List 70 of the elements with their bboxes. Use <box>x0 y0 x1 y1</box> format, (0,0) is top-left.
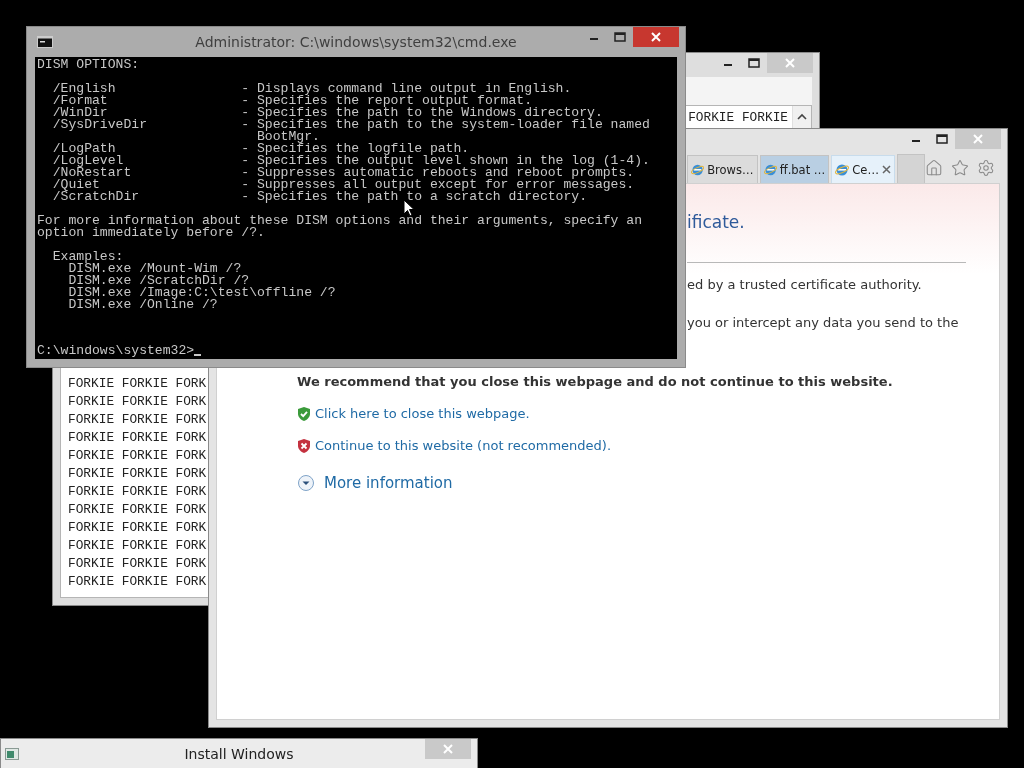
maximize-icon[interactable] <box>748 58 760 68</box>
console-line: /WinDir - Specifies the path to the Windows directory. <box>51 107 604 119</box>
maximize-icon[interactable] <box>614 32 626 42</box>
favorites-star-icon[interactable] <box>951 159 969 177</box>
console-line: DISM.exe /Online /? <box>67 299 218 311</box>
page-link[interactable]: Continue to this website (not recommended). <box>315 437 612 455</box>
console-line: /Format - Specifies the report output format. <box>51 95 533 107</box>
browser-tab[interactable]: Brows… <box>687 155 758 183</box>
console-line: Examples: <box>51 251 124 263</box>
browser-icon <box>835 162 850 177</box>
more-information-link[interactable]: More information <box>324 472 453 494</box>
page-heading: ificate. <box>687 212 746 232</box>
console-line: /SysDriveDir - Specifies the path to the system-loader file named <box>51 119 651 131</box>
close-tab-icon[interactable] <box>882 165 892 174</box>
console-line: /NoRestart - Suppresses automatic reboots and reboot prompts. <box>51 167 635 179</box>
text-line: FORKIE FORKIE FORK <box>68 555 207 573</box>
warning-text: ed by a trusted certificate authority. <box>687 276 923 294</box>
text-line: FORKIE FORKIE FORK <box>68 573 207 591</box>
page-link[interactable]: Click here to close this webpage. <box>315 405 530 423</box>
console-line: /English - Displays command line output in English. <box>51 83 573 95</box>
home-icon[interactable] <box>925 159 943 177</box>
console-line: For more information about these DISM options and their arguments, specify an <box>37 215 644 227</box>
window-title: Administrator: C:\windows\system32\cmd.exe <box>195 34 517 50</box>
browser-icon <box>763 162 777 177</box>
close-button[interactable] <box>633 27 679 47</box>
shield-x-icon <box>297 438 311 454</box>
console-line: DISM.exe /Mount-Wim /? <box>68 263 242 275</box>
browser-icon <box>691 162 705 177</box>
settings-icon[interactable] <box>977 159 995 177</box>
tab-title: ff.bat … <box>779 162 826 177</box>
text-line: FORKIE FORKIE FORK <box>68 519 207 537</box>
console-line: DISM.exe /ScratchDir /? <box>67 275 250 287</box>
close-icon <box>651 32 661 42</box>
text-line: FORKIE FORKIE FORK <box>68 465 207 483</box>
shield-check-icon <box>297 406 311 422</box>
console-line: DISM.exe /Image:C:\test\offline /? <box>67 287 337 299</box>
console-line: /LogLevel - Specifies the output level shown in the log (1-4). <box>51 155 651 167</box>
setup-icon <box>5 748 19 760</box>
tab-title: Brows… <box>707 162 754 177</box>
console-line: /LogPath - Specifies the logfile path. <box>51 143 470 155</box>
maximize-icon[interactable] <box>936 134 948 144</box>
text-line: FORKIE FORKIE <box>688 109 788 127</box>
warning-text: you or intercept any data you send to the <box>687 314 960 332</box>
text-line: FORKIE FORKIE FORK <box>68 483 207 501</box>
text-line: FORKIE FORKIE FORK <box>68 393 207 411</box>
text-line: FORKIE FORKIE FORK <box>68 447 207 465</box>
close-icon <box>973 134 983 144</box>
text-line: FORKIE FORKIE FORK <box>68 537 207 555</box>
text-line: FORKIE FORKIE FORK <box>68 411 207 429</box>
window-title: Install Windows <box>184 746 294 762</box>
text-line: FORKIE FORKIE FORK <box>68 501 207 519</box>
mouse-pointer-icon <box>403 199 415 217</box>
browser-tab[interactable]: Ce… <box>831 155 896 183</box>
close-icon <box>785 58 795 68</box>
browser-tab[interactable]: ff.bat … <box>759 155 830 183</box>
console-line: option immediately before /?. <box>37 227 266 239</box>
close-icon <box>443 744 453 754</box>
console-line: /ScratchDir - Specifies the path to a scratch directory. <box>51 191 588 203</box>
text-line: FORKIE FORKIE FORK <box>68 429 207 447</box>
command-prompt: C:\windows\system32> <box>37 345 195 357</box>
text-cursor-icon <box>194 354 202 356</box>
recommendation-text: We recommend that you close this webpage and do not continue to this website. <box>297 373 894 391</box>
console-icon <box>37 36 53 48</box>
tab-title: Ce… <box>852 162 879 177</box>
console-line: BootMgr. <box>256 131 320 143</box>
text-line: FORKIE FORKIE FORK <box>68 375 207 393</box>
expand-chevron-icon[interactable] <box>297 474 315 492</box>
console-line: /Quiet - Suppresses all output except for error messages. <box>51 179 636 191</box>
scroll-up-icon[interactable] <box>797 113 807 121</box>
console-line: DISM OPTIONS: <box>37 59 141 71</box>
